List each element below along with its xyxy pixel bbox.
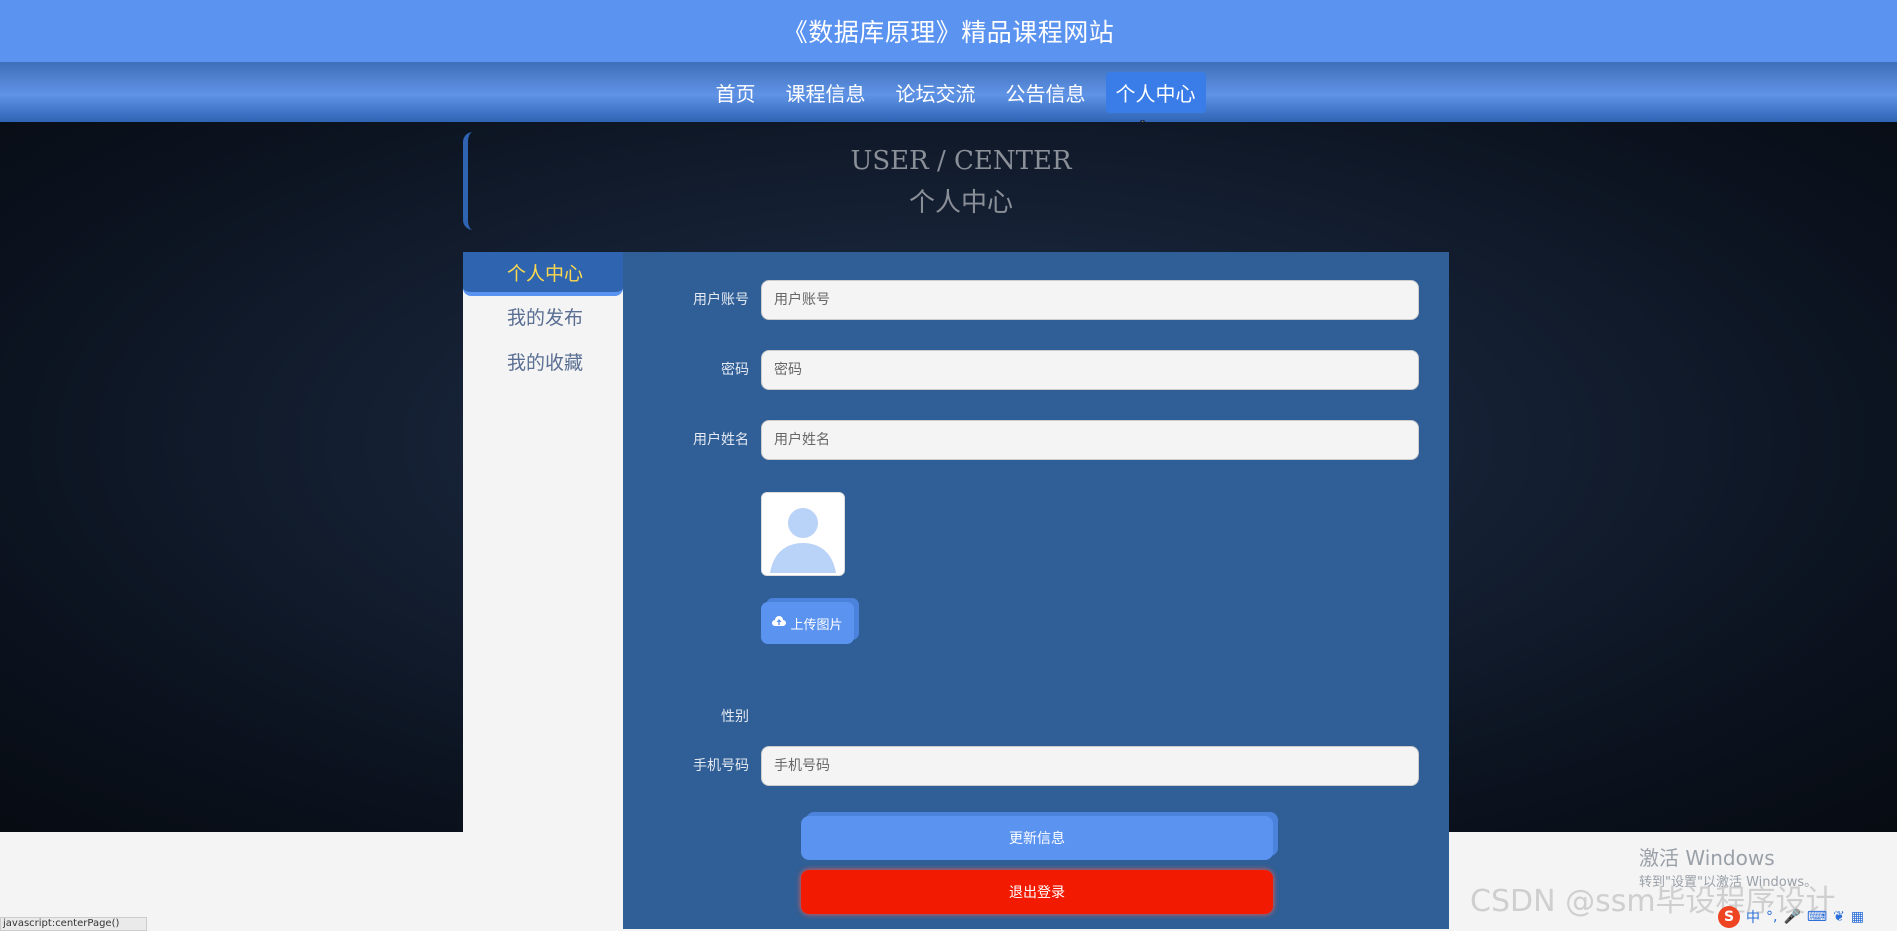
name-row: 用户姓名 <box>623 420 1449 460</box>
profile-form-panel: 用户账号 密码 用户姓名 上传图片 性别 手机号码 更新信息 退出登录 <box>623 252 1449 929</box>
ime-tray: S 中 °, 🎤 ⌨ ❦ ▦ <box>1718 906 1864 928</box>
password-input[interactable] <box>761 350 1419 390</box>
update-info-button[interactable]: 更新信息 <box>801 816 1273 860</box>
phone-row: 手机号码 <box>623 746 1449 786</box>
punctuation-icon[interactable]: °, <box>1766 909 1777 925</box>
sidebar-item-user-center[interactable]: 个人中心 <box>463 252 623 296</box>
phone-input[interactable] <box>761 746 1419 786</box>
avatar-image <box>761 492 845 576</box>
password-label: 密码 <box>721 362 749 378</box>
nav-home[interactable]: 首页 <box>706 72 766 113</box>
page-title-en: USER / CENTER <box>850 146 1072 176</box>
upload-image-label: 上传图片 <box>790 617 843 633</box>
nav-forum[interactable]: 论坛交流 <box>886 72 986 113</box>
upload-image-button[interactable]: 上传图片 <box>761 602 854 644</box>
sidebar-item-my-favorites[interactable]: 我的收藏 <box>463 341 623 386</box>
ime-mode-label[interactable]: 中 <box>1746 907 1760 927</box>
microphone-icon[interactable]: 🎤 <box>1783 909 1800 925</box>
toolbox-icon[interactable]: ▦ <box>1851 909 1864 925</box>
account-label: 用户账号 <box>693 292 749 308</box>
site-title: 《数据库原理》精品课程网站 <box>782 18 1115 47</box>
keyboard-icon[interactable]: ⌨ <box>1807 909 1827 925</box>
page-title-cn: 个人中心 <box>908 188 1013 218</box>
account-input[interactable] <box>761 280 1419 320</box>
sidebar: 个人中心 我的发布 我的收藏 <box>463 252 623 929</box>
cloud-upload-icon <box>772 615 787 631</box>
sidebar-item-my-posts[interactable]: 我的发布 <box>463 296 623 341</box>
password-row: 密码 <box>623 350 1449 390</box>
skin-icon[interactable]: ❦ <box>1833 909 1845 925</box>
avatar-placeholder-icon <box>762 493 844 575</box>
nav-user-center[interactable]: 个人中心 <box>1105 71 1206 113</box>
site-header: 《数据库原理》精品课程网站 <box>0 0 1897 62</box>
page-header: USER / CENTER 个人中心 <box>463 132 1454 230</box>
sogou-ime-icon[interactable]: S <box>1718 906 1740 928</box>
account-row: 用户账号 <box>623 280 1449 320</box>
gender-label: 性别 <box>721 709 749 725</box>
nav-course-info[interactable]: 课程信息 <box>776 72 876 113</box>
phone-label: 手机号码 <box>693 758 749 774</box>
logout-button[interactable]: 退出登录 <box>801 870 1273 914</box>
main-nav: 首页 课程信息 论坛交流 公告信息 个人中心 <box>0 62 1897 122</box>
gender-row: 性别 <box>623 697 1449 737</box>
name-label: 用户姓名 <box>693 432 749 448</box>
name-input[interactable] <box>761 420 1419 460</box>
nav-announcements[interactable]: 公告信息 <box>996 72 1096 113</box>
windows-activation-title: 激活 Windows <box>1639 846 1775 870</box>
